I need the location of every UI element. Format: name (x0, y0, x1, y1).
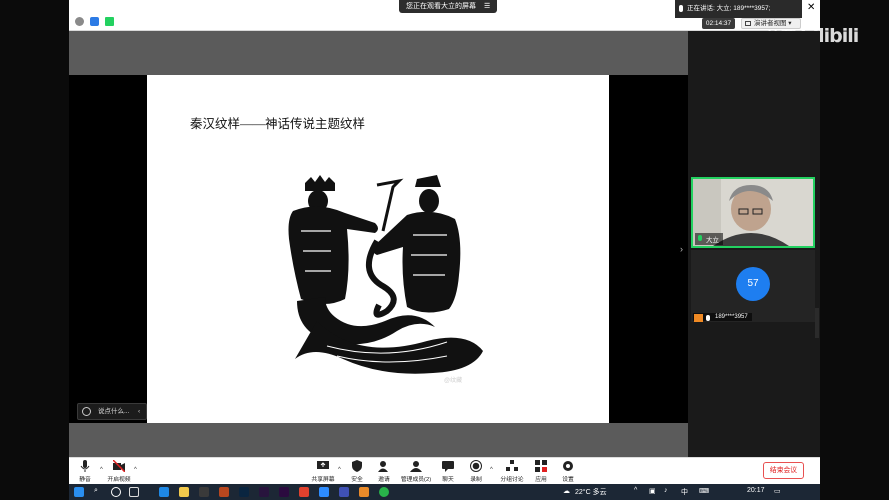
cortana-icon[interactable] (111, 487, 121, 497)
app-icon[interactable] (339, 487, 349, 497)
record-button[interactable]: 录制 (459, 460, 493, 483)
collapse-panel-chevron-icon[interactable]: › (680, 244, 683, 254)
notification-icon[interactable]: ▭ (774, 487, 781, 495)
invite-label: 邀请 (378, 477, 390, 483)
premiere-icon[interactable] (259, 487, 269, 497)
apps-label: 应用 (535, 477, 547, 483)
breakout-rooms-icon (506, 460, 518, 471)
share-screen-icon (317, 461, 329, 469)
emoji-icon[interactable] (82, 407, 91, 416)
edge-browser-icon[interactable] (159, 487, 169, 497)
participants-icon (410, 461, 422, 472)
gear-icon (563, 461, 573, 471)
settings-label: 设置 (562, 477, 574, 483)
meeting-toolbar: 静音 ^ 开启视频 ^ 共享屏幕 ^ 安全 邀请 管理成员(2) 聊天 录制 ^… (69, 457, 820, 484)
video-options-caret-icon[interactable]: ^ (134, 467, 137, 473)
viewing-share-indicator[interactable]: 您正在观看大立的屏幕 ☰ (399, 0, 498, 13)
end-meeting-button[interactable]: 结束会议 (763, 462, 804, 479)
file-explorer-icon[interactable] (179, 487, 189, 497)
app-icon[interactable] (199, 487, 209, 497)
presentation-slide: 秦汉纹样——神话传说主题纹样 @纹藏 (147, 75, 609, 423)
apps-icon (535, 460, 547, 472)
meeting-timer: 02:14:37 (702, 18, 735, 29)
view-options-icon[interactable]: ☰ (484, 0, 490, 13)
image-watermark: @纹藏 (444, 378, 463, 384)
viewing-share-text: 您正在观看大立的屏幕 (406, 3, 476, 10)
video-off-icon (113, 460, 125, 472)
search-icon[interactable]: ⌕ (94, 487, 98, 495)
participant-video-tile[interactable]: 大立 (691, 177, 815, 248)
chat-label: 聊天 (442, 477, 454, 483)
close-icon[interactable]: ✕ (807, 2, 815, 13)
powerpoint-icon[interactable] (219, 487, 229, 497)
share-screen-label: 共享屏幕 (311, 477, 335, 483)
start-menu-icon[interactable] (74, 487, 84, 497)
participant-name-label: 189****3957 (693, 313, 752, 322)
participant-avatar-tile[interactable]: 57 189****3957 (691, 250, 815, 322)
mythical-figures-illustration (288, 175, 483, 374)
signal-icon[interactable] (105, 17, 114, 26)
video-button[interactable]: 开启视频 (102, 460, 136, 483)
windows-taskbar: ⌕ ☁ 22°C 多云 ^ ▣ ♪ 中 ⌨ 20:17 ▭ (69, 484, 820, 500)
active-speaker-text: 正在讲话: 大立; 189****3957; (687, 5, 771, 12)
participant-name-label: 大立 (695, 233, 723, 245)
chat-icon (442, 461, 454, 472)
info-icon[interactable] (75, 17, 84, 26)
chat-placeholder: 说点什么... (98, 408, 130, 415)
participant-name-text: 189****3957 (715, 314, 748, 320)
record-label: 录制 (470, 477, 482, 483)
app-icon[interactable] (359, 487, 369, 497)
meeting-window: 您正在观看大立的屏幕 ☰ 正在讲话: 大立; 189****3957; ✕ 02… (0, 0, 889, 500)
chat-input-hint[interactable]: 说点什么... ‹ (77, 403, 147, 420)
security-label: 安全 (351, 477, 363, 483)
record-options-caret-icon[interactable]: ^ (490, 467, 493, 473)
mute-label: 静音 (79, 477, 91, 483)
microphone-icon (80, 460, 90, 472)
manage-participants-label: 管理成员(2) (400, 477, 432, 483)
shield-icon[interactable] (90, 17, 99, 26)
wechat-icon[interactable] (379, 487, 389, 497)
shared-screen-bottom-margin (69, 423, 688, 457)
host-badge-icon (694, 314, 703, 322)
network-icon[interactable]: ▣ (649, 487, 656, 495)
topbar-status-icons (75, 17, 114, 26)
mute-button[interactable]: 静音 (68, 460, 102, 483)
active-speaker-banner: 正在讲话: 大立; 189****3957; (675, 0, 802, 18)
ime-mode[interactable]: 中 (681, 487, 688, 497)
breakout-rooms-label: 分组讨论 (500, 477, 524, 483)
video-label: 开启视频 (107, 477, 131, 483)
record-icon (470, 460, 482, 472)
photoshop-icon[interactable] (239, 487, 249, 497)
shared-screen-top-margin (69, 31, 688, 75)
grid-icon (745, 21, 751, 26)
weather-text[interactable]: 22°C 多云 (575, 487, 607, 497)
weather-icon[interactable]: ☁ (563, 487, 570, 495)
mic-icon (679, 5, 683, 12)
after-effects-icon[interactable] (279, 487, 289, 497)
volume-icon[interactable]: ♪ (664, 487, 668, 494)
tray-overflow-caret-icon[interactable]: ^ (634, 487, 637, 494)
mic-icon (706, 315, 710, 321)
add-user-icon (378, 461, 388, 472)
task-view-icon[interactable] (129, 487, 139, 497)
zoom-icon[interactable] (319, 487, 329, 497)
panel-scrollbar[interactable] (815, 308, 819, 338)
chevron-left-icon[interactable]: ‹ (138, 404, 140, 419)
slide-title: 秦汉纹样——神话传说主题纹样 (190, 117, 366, 131)
ime-icon[interactable]: ⌨ (699, 487, 709, 495)
browser-icon[interactable] (299, 487, 309, 497)
invite-button[interactable]: 邀请 (367, 460, 401, 483)
shield-icon (352, 460, 362, 472)
clock-time[interactable]: 20:17 (747, 487, 765, 494)
share-screen-button[interactable]: 共享屏幕 (306, 460, 340, 483)
settings-button[interactable]: 设置 (551, 460, 585, 483)
participant-avatar: 57 (736, 267, 770, 301)
manage-participants-button[interactable]: 管理成员(2) (399, 460, 433, 483)
